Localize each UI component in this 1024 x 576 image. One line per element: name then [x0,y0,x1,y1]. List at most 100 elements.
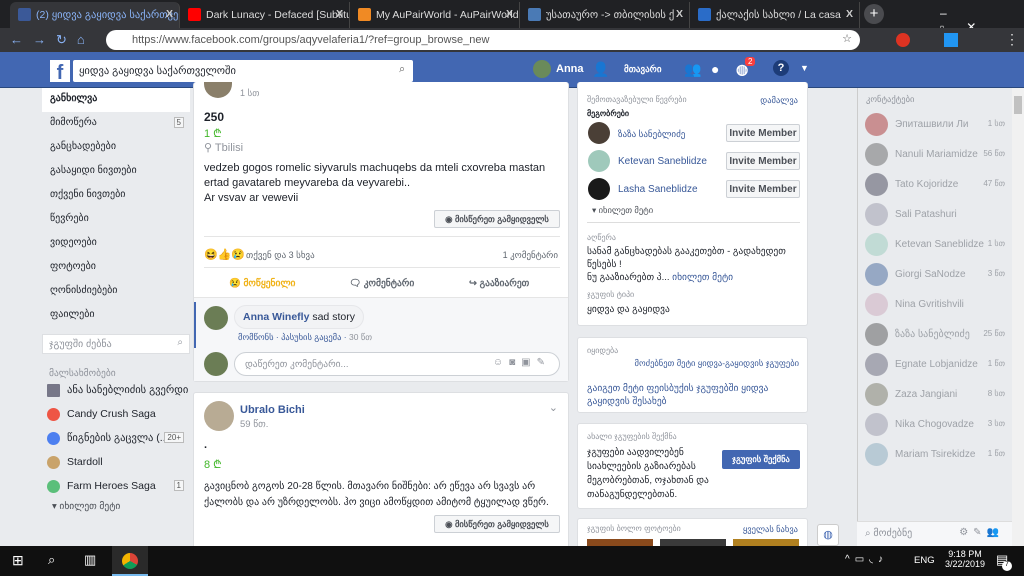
scrollbar-thumb[interactable] [1014,96,1022,114]
avatar[interactable] [533,60,551,78]
contact-item[interactable]: Nika Chogovadze 3 სთ [865,410,1005,440]
shortcut-stardoll[interactable]: Stardoll [42,451,190,475]
see-all-link[interactable]: ყველას ნახვა [743,524,798,535]
learn-more-link[interactable]: გაიგეთ მეტი ფეისბუქის ჯგუფებში ყიდვა გაყ… [587,382,797,408]
shortcut-page[interactable]: ანა სანებლიძის გვერდი [42,379,190,403]
tab-city-house[interactable]: ქალაქის სახლი / La casa X [690,2,860,28]
group-search-input[interactable]: ჯგუფში ძებნა ⌕ [42,334,190,354]
avatar[interactable] [588,178,610,200]
sidebar-item-videos[interactable]: ვიდეოები [42,232,190,256]
home-link[interactable]: მთავარი [624,64,662,75]
task-view-icon[interactable]: ▥ [84,552,96,568]
reply-link[interactable]: პასუხის გაცემა [281,332,341,342]
member-name[interactable]: ზაზა სანებლიძე [618,129,685,140]
help-icon[interactable]: ? [773,60,789,76]
friend-requests-icon[interactable]: 👥 [684,61,701,78]
windows-start-icon[interactable]: ⊞ [12,552,24,569]
invite-member-button[interactable]: Invite Member [726,152,800,170]
chat-settings-icons[interactable]: ⚙✎👥 [959,527,1004,538]
shortcut-book-exchange[interactable]: წიგნების გაცვლა (... 20+ [42,427,190,451]
contact-item[interactable]: Nina Gvritishvili [865,290,1005,320]
see-more-link[interactable]: იხილეთ მეტი [672,272,733,283]
sidebar-item-photos[interactable]: ფოტოები [42,256,190,280]
clock[interactable]: 9:18 PM 3/22/2019 [945,549,985,569]
nav-icons[interactable]: ←→↻⌂ [10,32,95,48]
avatar[interactable] [588,122,610,144]
contact-item[interactable]: Egnate Lobjanidze 1 წთ [865,350,1005,380]
comment-button[interactable]: 🗨 კომენტარი [349,278,414,289]
search-icon[interactable]: ⌕ [399,63,405,76]
comment-count[interactable]: 1 კომენტარი [503,250,558,261]
language-indicator[interactable]: ENG [914,555,935,566]
sidebar-item-members[interactable]: წევრები [42,208,190,232]
sidebar-item-events[interactable]: ღონისძიებები [42,280,190,304]
contact-item[interactable]: Mariam Tsirekidze 1 წთ [865,440,1005,470]
tab-facebook[interactable]: (2) ყიდვა გაყიდვა საქართველოშიX [10,2,180,28]
tab-aupairworld[interactable]: My AuPairWorld - AuPairWorld X [350,2,520,28]
close-icon[interactable]: X [336,8,343,20]
messenger-icon[interactable]: ● [711,61,719,77]
message-seller-button[interactable]: ◉ მისწერეთ გამყიდველს [434,210,560,228]
comment-time[interactable]: 30 წთ [349,332,372,342]
contact-item[interactable]: ზაზა სანებლიძე 25 წთ [865,320,1005,350]
shortcut-candy-crush[interactable]: Candy Crush Saga [42,403,190,427]
sidebar-item-messages[interactable]: მიმოწერა 5 [42,112,190,136]
sidebar-item-for-sale[interactable]: გასაყიდი ნივთები [42,160,190,184]
contact-item[interactable]: Nanuli Mariamidze 56 წთ [865,140,1005,170]
url-input[interactable]: https://www.facebook.com/groups/aqyvelaf… [106,30,860,50]
create-group-button[interactable]: ჯგუფის შექმნა [722,450,800,469]
new-tab-button[interactable]: + [864,4,884,24]
tab-untitled[interactable]: უსათაურო -> თბილისის ქX [520,2,690,28]
chrome-taskbar-button[interactable] [112,546,148,576]
globe-icon[interactable]: ◍ [817,524,839,546]
like-link[interactable]: მომწონს [238,332,274,342]
avatar[interactable] [204,401,234,431]
find-more-groups-link[interactable]: მოძებნეთ მეტი ყიდვა-გაყიდვის ჯგუფები [635,358,799,369]
chat-search-input[interactable]: ⌕ მოძებნე ⚙✎👥 [857,521,1012,546]
tray-icons[interactable]: ^▭◟♪ [845,554,888,565]
post-time[interactable]: 1 სთ [240,88,259,99]
see-more-link[interactable]: ▾ იხილეთ მეტი [592,205,653,216]
hide-link[interactable]: დამალვა [760,95,798,106]
tab-youtube[interactable]: Dark Lunacy - Defaced [Subtitulado]X [180,2,350,28]
member-name[interactable]: Ketevan Saneblidze [618,156,707,167]
reaction-icons[interactable]: 😆👍😢 [204,248,245,261]
menu-icon[interactable]: ⋮ [1005,31,1019,48]
sidebar-item-files[interactable]: ფაილები [42,304,190,328]
chevron-down-icon[interactable]: ▼ [800,63,809,73]
invite-member-button[interactable]: Invite Member [726,124,800,142]
reactions-summary[interactable]: თქვენ და 3 სხვა [246,250,315,261]
post-author[interactable]: Ubralo Bichi [240,404,305,416]
star-icon[interactable]: ☆ [842,32,852,45]
invite-member-button[interactable]: Invite Member [726,180,800,198]
comment-input[interactable]: დაწერეთ კომენტარი... ☺◙▣✎ [234,352,560,376]
extension-icon[interactable] [944,33,958,47]
contact-item[interactable]: Ketevan Saneblidze 1 სთ [865,230,1005,260]
see-more-link[interactable]: ▾ იხილეთ მეტი [42,499,190,512]
message-seller-button[interactable]: ◉ მისწერეთ გამყიდველს [434,515,560,533]
contact-item[interactable]: Эпиташвили Ли 1 სთ [865,110,1005,140]
facebook-search-input[interactable]: ყიდვა გაყიდვა საქართველოში ⌕ [73,60,413,82]
profile-link[interactable]: Anna [556,63,584,75]
contact-item[interactable]: Zaza Jangiani 8 სთ [865,380,1005,410]
contact-item[interactable]: Giorgi SaNodze 3 წთ [865,260,1005,290]
contact-item[interactable]: Sali Patashuri [865,200,1005,230]
shortcut-farm-heroes[interactable]: Farm Heroes Saga 1 [42,475,190,499]
adblock-icon[interactable] [896,33,910,47]
contact-item[interactable]: Tato Kojoridze 47 წთ [865,170,1005,200]
comment-tools-icons[interactable]: ☺◙▣✎ [493,357,551,368]
chevron-down-icon[interactable]: ⌄ [549,401,558,414]
close-icon[interactable]: X [846,8,853,20]
search-icon[interactable]: ⌕ [48,552,55,568]
close-icon[interactable]: X [676,8,683,20]
avatar[interactable] [204,82,232,98]
sad-reaction-button[interactable]: 😢 მოწყენილი [229,278,295,289]
share-button[interactable]: ↪ გააზიარეთ [469,278,529,289]
close-icon[interactable]: X [506,8,513,20]
comment-author[interactable]: Anna Winefly [243,311,309,323]
member-name[interactable]: Lasha Saneblidze [618,184,698,195]
sidebar-item-your-items[interactable]: თქვენი ნივთები [42,184,190,208]
scrollbar[interactable] [1012,88,1024,546]
search-icon[interactable]: ⌕ [177,337,183,348]
avatar[interactable] [588,150,610,172]
